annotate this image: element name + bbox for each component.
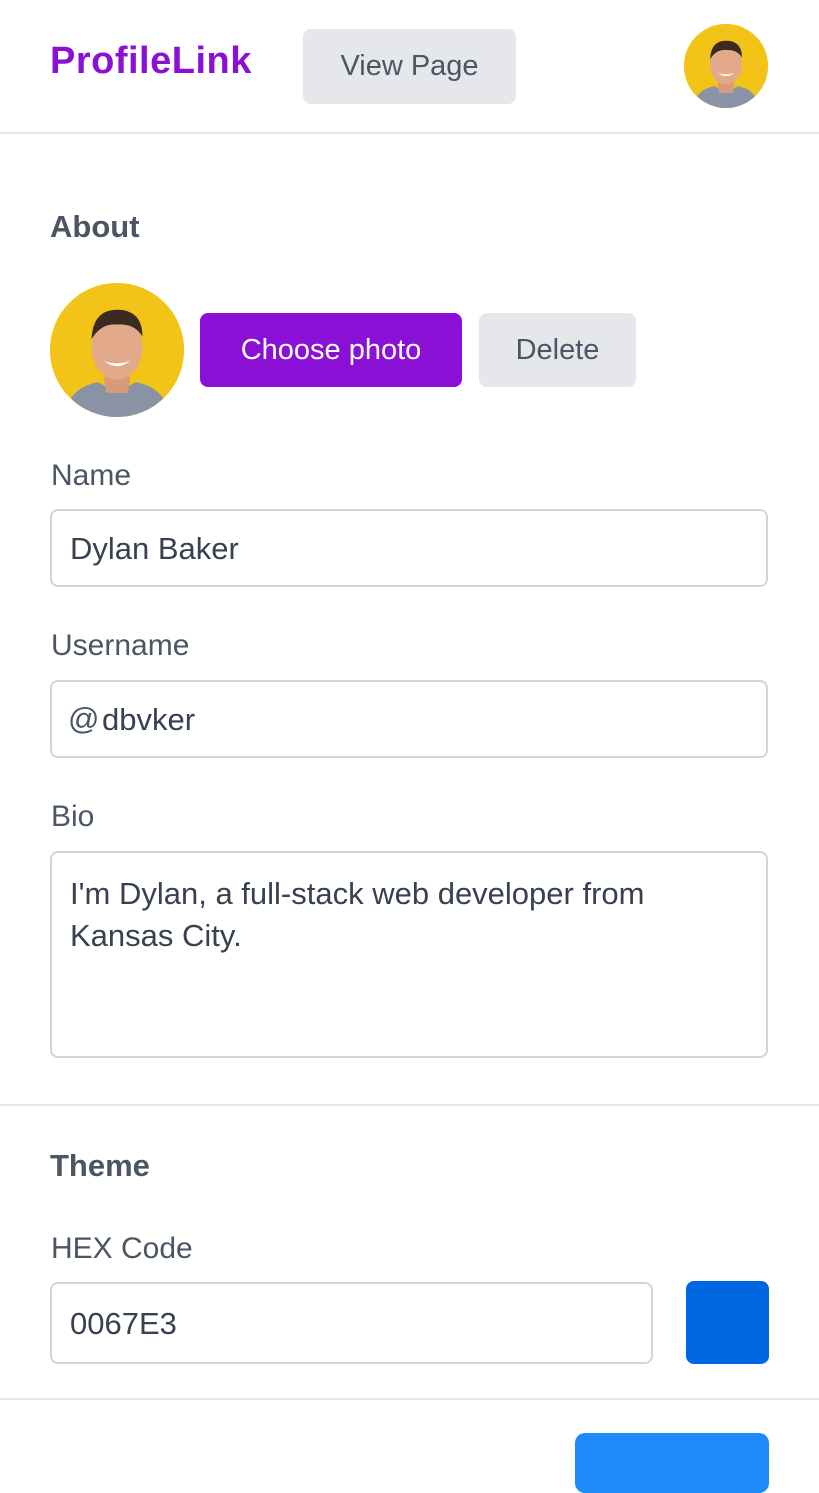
theme-section-title: Theme xyxy=(50,1148,150,1183)
username-field[interactable]: @ dbvker xyxy=(50,680,768,758)
name-value: Dylan Baker xyxy=(70,531,239,566)
brand-logo[interactable]: ProfileLink xyxy=(50,40,252,83)
user-avatar[interactable] xyxy=(684,24,768,108)
delete-photo-button[interactable]: Delete xyxy=(479,313,636,387)
avatar-photo-icon xyxy=(684,24,768,108)
bio-value: I'm Dylan, a full-stack web developer fr… xyxy=(70,876,645,953)
view-page-button[interactable]: View Page xyxy=(303,29,516,104)
hex-code-label: HEX Code xyxy=(51,1232,193,1265)
username-label: Username xyxy=(51,629,190,662)
save-button[interactable] xyxy=(575,1433,769,1493)
hex-code-value: 0067E3 xyxy=(70,1306,177,1341)
profile-photo xyxy=(50,283,184,417)
section-divider-bottom xyxy=(0,1398,819,1400)
color-swatch[interactable] xyxy=(686,1281,769,1364)
name-field[interactable]: Dylan Baker xyxy=(50,509,768,587)
section-divider xyxy=(0,1104,819,1106)
username-value: dbvker xyxy=(102,702,196,737)
about-section-title: About xyxy=(50,209,140,244)
bio-label: Bio xyxy=(51,800,95,833)
bio-textarea[interactable]: I'm Dylan, a full-stack web developer fr… xyxy=(50,851,768,1058)
name-label: Name xyxy=(51,459,132,492)
top-header: ProfileLink View Page xyxy=(0,0,819,134)
hex-code-input[interactable]: 0067E3 xyxy=(50,1282,653,1364)
profile-photo-icon xyxy=(50,283,184,417)
username-at-prefix: @ xyxy=(68,701,100,736)
choose-photo-button[interactable]: Choose photo xyxy=(200,313,462,387)
